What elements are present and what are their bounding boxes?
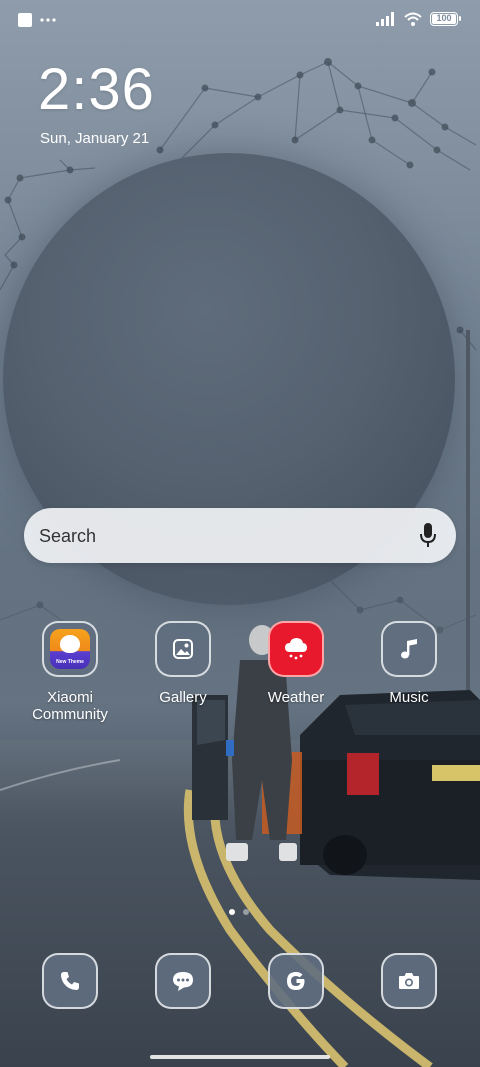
dock-camera[interactable] xyxy=(381,953,437,1009)
wifi-icon xyxy=(404,12,422,26)
app-gallery[interactable]: Gallery xyxy=(128,621,238,706)
xiaomi-community-icon: New Theme xyxy=(42,621,98,677)
google-icon xyxy=(268,953,324,1009)
app-weather[interactable]: Weather xyxy=(241,621,351,706)
page-dot-active xyxy=(229,909,235,915)
app-label: Music xyxy=(389,689,429,706)
search-bar[interactable]: Search xyxy=(24,508,456,563)
app-label: Gallery xyxy=(159,689,207,706)
music-icon xyxy=(381,621,437,677)
app-music[interactable]: Music xyxy=(354,621,464,706)
battery-level: 100 xyxy=(436,13,452,23)
gallery-icon xyxy=(155,621,211,677)
more-dots-icon xyxy=(40,18,56,22)
phone-icon xyxy=(42,953,98,1009)
app-label: Weather xyxy=(267,689,325,706)
status-bar: 100 xyxy=(0,0,480,42)
microphone-icon[interactable] xyxy=(418,522,438,550)
dock-messages[interactable] xyxy=(155,953,211,1009)
dock-phone[interactable] xyxy=(42,953,98,1009)
weather-icon xyxy=(268,621,324,677)
messages-icon xyxy=(155,953,211,1009)
page-dot xyxy=(243,909,249,915)
clock-time[interactable]: 2:36 xyxy=(38,58,155,122)
page-indicator[interactable] xyxy=(229,909,249,915)
app-xiaomi-community[interactable]: New Theme Xiaomi Community xyxy=(15,621,125,723)
status-right: 100 xyxy=(376,12,461,26)
clock-date[interactable]: Sun, January 21 xyxy=(40,130,149,148)
gesture-nav-handle[interactable] xyxy=(150,1055,330,1059)
search-placeholder: Search xyxy=(39,526,97,546)
battery-indicator: 100 xyxy=(430,12,461,26)
signal-bars-icon xyxy=(376,12,394,26)
dock-google[interactable] xyxy=(268,953,324,1009)
app-label: Xiaomi Community xyxy=(32,689,108,723)
camera-icon xyxy=(381,953,437,1009)
community-badge-text: New Theme xyxy=(56,659,84,665)
status-left xyxy=(18,13,56,27)
notification-square-icon xyxy=(18,13,32,27)
